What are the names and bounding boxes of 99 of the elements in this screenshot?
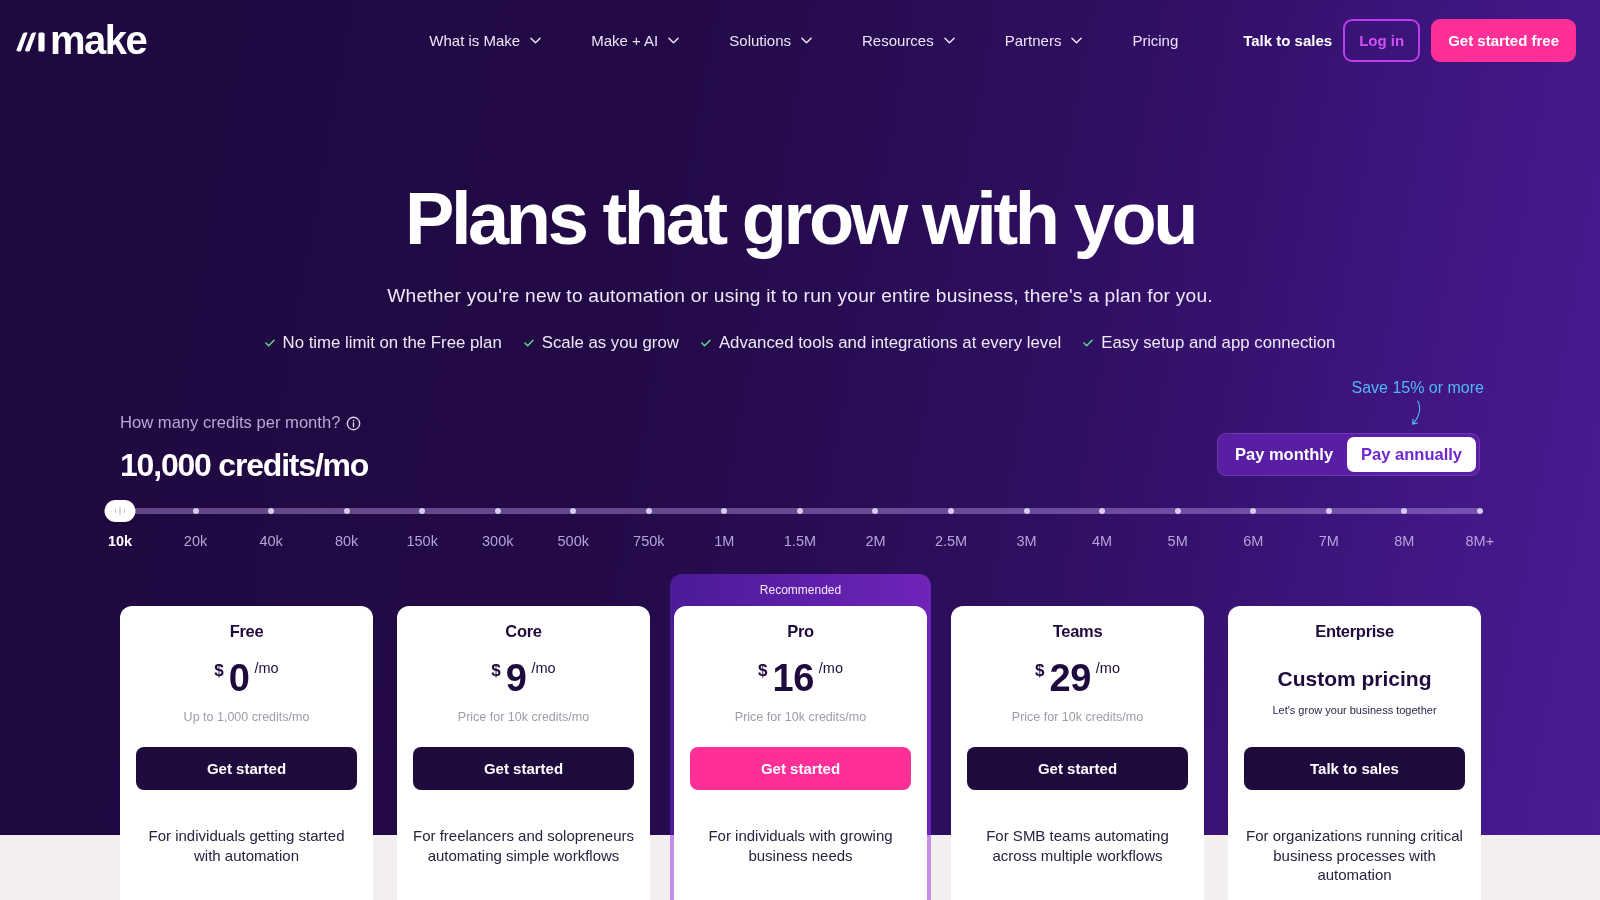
check-icon bbox=[700, 339, 711, 347]
plan-button[interactable]: Get started bbox=[136, 747, 357, 790]
tick-dot-icon bbox=[192, 508, 199, 514]
plan-description: For freelancers and solopreneurs automating simple workflows bbox=[413, 826, 634, 865]
price-period: /mo bbox=[818, 659, 843, 678]
slider-tick-label[interactable]: 7M bbox=[1308, 532, 1349, 550]
price-currency: $ bbox=[758, 661, 768, 681]
plan-description: For organizations running critical business processes with automation bbox=[1245, 826, 1464, 885]
price-currency: $ bbox=[214, 661, 224, 681]
plan-name: Teams bbox=[1051, 621, 1104, 642]
price-amount: 9 bbox=[505, 656, 527, 700]
nav-menu-item[interactable]: Make + AI bbox=[591, 31, 680, 49]
plan-name: Pro bbox=[786, 621, 815, 642]
tick-dot-icon bbox=[645, 508, 652, 514]
plan-button[interactable]: Talk to sales bbox=[1244, 747, 1465, 790]
header-link[interactable]: Talk to sales bbox=[1243, 31, 1333, 49]
price-note: Let's grow your business together bbox=[1272, 703, 1437, 718]
slider-tick-label[interactable]: 2M bbox=[855, 532, 896, 550]
check-icon bbox=[523, 339, 534, 347]
plan-button[interactable]: Get started bbox=[413, 747, 634, 790]
nav-menu-item[interactable]: Solutions bbox=[729, 31, 812, 49]
credits-question: How many credits per month? bbox=[120, 413, 341, 433]
custom-price: Custom pricing bbox=[1277, 666, 1432, 692]
price-period: /mo bbox=[254, 659, 279, 678]
slider-tick-label[interactable]: 20k bbox=[175, 532, 216, 550]
page-subtitle: Whether you're new to automation or using it to run your entire business, there's a plan for you. bbox=[386, 284, 1214, 308]
tick-dot-icon bbox=[948, 508, 954, 514]
slider-tick-label[interactable]: 80k bbox=[326, 532, 367, 550]
tick-dot-icon bbox=[1023, 508, 1030, 514]
tick-dot-icon bbox=[1476, 508, 1483, 514]
logo-link[interactable]: make bbox=[16, 20, 147, 60]
price-note: Price for 10k credits/mo bbox=[457, 709, 590, 725]
slider-thumb[interactable] bbox=[104, 500, 136, 522]
slider-tick-label[interactable]: 5M bbox=[1157, 532, 1198, 550]
slider-tick-label[interactable]: 750k bbox=[628, 532, 669, 550]
tick-dot-icon bbox=[1401, 508, 1408, 514]
tick-dot-icon bbox=[268, 508, 275, 514]
price-amount: 16 bbox=[772, 656, 814, 700]
feature-text: Advanced tools and integrations at every level bbox=[718, 332, 1062, 354]
slider-tick-label[interactable]: 6M bbox=[1233, 532, 1274, 550]
info-icon[interactable] bbox=[346, 415, 362, 431]
slider-tick-label[interactable]: 8M bbox=[1384, 532, 1425, 550]
tick-dot-icon bbox=[1099, 508, 1106, 514]
curved-arrow-icon bbox=[1410, 398, 1422, 428]
price-amount: 29 bbox=[1049, 656, 1091, 700]
price-amount: 0 bbox=[228, 656, 250, 700]
recommended-label: Recommended bbox=[759, 583, 842, 597]
plan-name: Free bbox=[228, 621, 265, 642]
slanted-bars-icon bbox=[16, 32, 45, 52]
price-note: Price for 10k credits/mo bbox=[1011, 709, 1144, 725]
login-button[interactable]: Log in bbox=[1343, 18, 1421, 62]
page-title: Plans that grow with you bbox=[404, 181, 1196, 257]
tick-dot-icon bbox=[1250, 508, 1257, 514]
slider-tick-label[interactable]: 40k bbox=[251, 532, 292, 550]
tick-dot-icon bbox=[343, 508, 350, 514]
plan-description: For individuals getting started with automation bbox=[147, 826, 346, 865]
nav-menu-item[interactable]: Pricing bbox=[1132, 31, 1179, 49]
nav-menu-item[interactable]: What is Make bbox=[429, 31, 542, 49]
price-currency: $ bbox=[491, 661, 501, 681]
slider-tick-label[interactable]: 2.5M bbox=[931, 532, 971, 550]
feature-text: Scale as you grow bbox=[541, 332, 679, 354]
tick-dot-icon bbox=[1174, 508, 1181, 514]
check-icon bbox=[264, 339, 275, 347]
price-note: Price for 10k credits/mo bbox=[734, 709, 867, 725]
slider-tick-label[interactable]: 1M bbox=[704, 532, 745, 550]
nav-menu-item[interactable]: Resources bbox=[862, 31, 955, 49]
slider-tick-label[interactable]: 4M bbox=[1082, 532, 1123, 550]
plan-description: For SMB teams automating across multiple workflows bbox=[985, 826, 1170, 865]
nav-menu-item[interactable]: Partners bbox=[1004, 31, 1083, 49]
feature-text: Easy setup and app connection bbox=[1101, 332, 1336, 354]
grip-icon bbox=[114, 507, 126, 515]
savings-note: Save 15% or more bbox=[1351, 378, 1484, 398]
slider-tick-label[interactable]: 1.5M bbox=[779, 532, 820, 550]
billing-option-tab[interactable]: Pay monthly bbox=[1221, 437, 1348, 472]
plan-name: Core bbox=[504, 621, 543, 642]
plan-button[interactable]: Get started bbox=[967, 747, 1188, 790]
tick-dot-icon bbox=[1325, 508, 1332, 514]
slider-tick-label[interactable]: 150k bbox=[402, 532, 443, 550]
tick-dot-icon bbox=[570, 508, 577, 514]
slider-tick-label[interactable]: 8M+ bbox=[1459, 532, 1500, 550]
tick-dot-icon bbox=[872, 508, 879, 514]
slider-tick-label[interactable]: 500k bbox=[553, 532, 594, 550]
check-icon bbox=[1083, 339, 1094, 347]
price-period: /mo bbox=[531, 659, 556, 678]
plan-name: Enterprise bbox=[1314, 621, 1395, 642]
price-note: Up to 1,000 credits/mo bbox=[183, 709, 310, 725]
credits-amount: 10,000 credits/mo bbox=[120, 446, 369, 485]
feature-text: No time limit on the Free plan bbox=[282, 332, 502, 354]
slider-tick-label[interactable]: 300k bbox=[477, 532, 518, 550]
price-currency: $ bbox=[1035, 661, 1045, 681]
price-period: /mo bbox=[1095, 659, 1120, 678]
tick-dot-icon bbox=[796, 508, 803, 514]
slider-tick-label[interactable]: 3M bbox=[1006, 532, 1047, 550]
tick-dot-icon bbox=[419, 508, 426, 514]
slider-tick-label[interactable]: 10k bbox=[100, 532, 140, 550]
tick-dot-icon bbox=[721, 508, 728, 514]
billing-option-tab[interactable]: Pay annually bbox=[1347, 437, 1476, 472]
tick-dot-icon bbox=[494, 508, 501, 514]
plan-description: For individuals with growing business needs bbox=[707, 826, 894, 865]
